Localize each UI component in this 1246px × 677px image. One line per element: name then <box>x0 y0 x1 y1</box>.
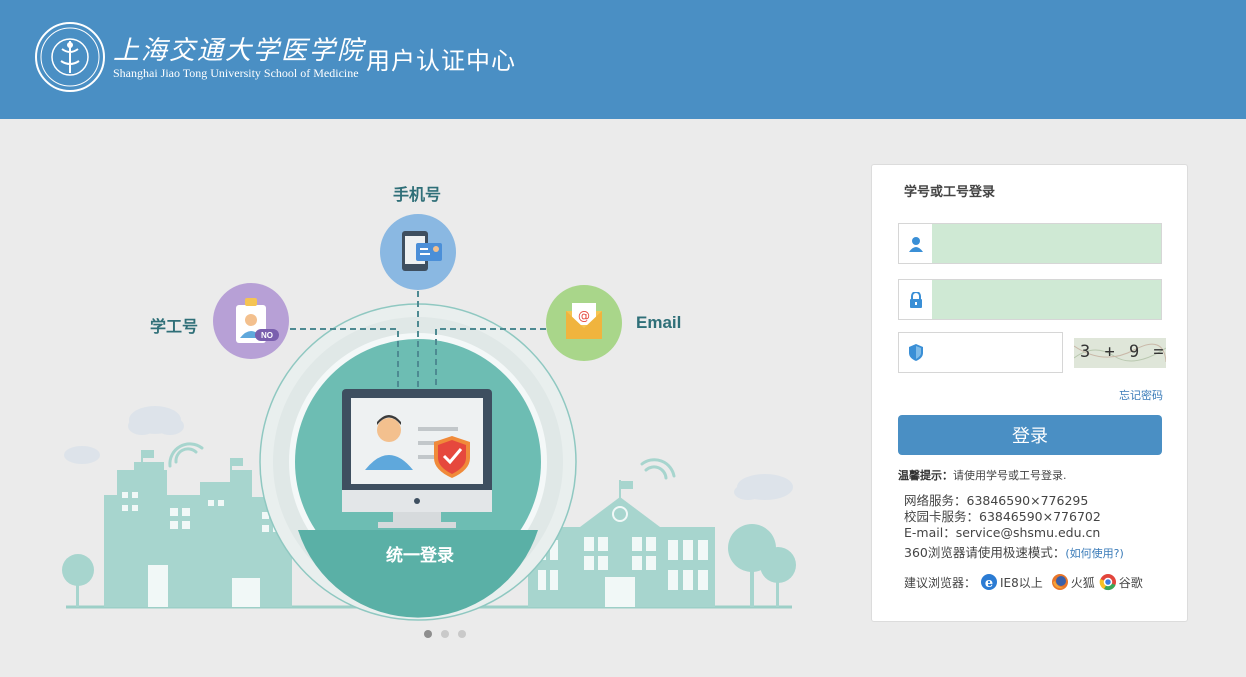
ie-icon: e <box>981 574 998 591</box>
browser-firefox[interactable]: 火狐 <box>1051 573 1095 591</box>
email-envelope-icon: @ <box>546 285 622 361</box>
recommend-label: 建议浏览器： <box>904 575 977 590</box>
logo-english-name: Shanghai Jiao Tong University School of … <box>113 66 359 80</box>
username-input[interactable] <box>932 224 1161 263</box>
browser-firefox-label: 火狐 <box>1070 575 1095 590</box>
site-header: 上海交通大学医学院 Shanghai Jiao Tong University … <box>0 0 1246 119</box>
firefox-icon <box>1051 574 1068 590</box>
login-button[interactable]: 登录 <box>898 415 1162 455</box>
carousel-indicator <box>424 630 466 638</box>
carousel-dot[interactable] <box>441 630 449 638</box>
monitor-icon <box>342 389 492 528</box>
tab-student-staff-login[interactable]: 学号或工号登录 <box>904 181 995 200</box>
mobile-phone-label: 手机号 <box>393 185 442 204</box>
tip-title: 温馨提示： <box>898 469 953 482</box>
carousel-dot[interactable] <box>458 630 466 638</box>
mobile-phone-icon <box>380 214 456 290</box>
browser-chrome[interactable]: 谷歌 <box>1099 573 1143 591</box>
captcha-input[interactable] <box>932 333 1062 372</box>
captcha-field <box>898 332 1063 373</box>
captcha-text: 3 + 9 = ? <box>1080 342 1166 362</box>
email-service-info: E-mail：service@shsmu.edu.cn <box>904 525 1101 540</box>
login-panel: 学号或工号登录 3 + 9 = ? 忘记密码 登录 温馨提示：请使用学号或工号登… <box>871 164 1188 622</box>
logo-chinese-name: 上海交通大学医学院 <box>113 36 366 66</box>
browser-360-text: 360浏览器请使用极速模式： <box>904 545 1066 560</box>
svg-text:@: @ <box>578 309 590 323</box>
user-icon <box>899 224 932 263</box>
university-seal-icon <box>35 22 105 92</box>
browser-chrome-label: 谷歌 <box>1118 575 1143 590</box>
svg-text:e: e <box>985 576 993 591</box>
shield-icon <box>899 333 932 372</box>
tip-text: 温馨提示：请使用学号或工号登录. <box>898 467 1067 483</box>
recommended-browsers: 建议浏览器： e IE8以上 火狐 谷歌 <box>904 573 1143 591</box>
staff-id-label: 学工号 <box>150 317 199 336</box>
staff-id-card-icon: NO <box>213 283 289 359</box>
forgot-password-link[interactable]: 忘记密码 <box>1119 387 1163 403</box>
carousel-dot[interactable] <box>424 630 432 638</box>
email-label: Email <box>636 313 682 332</box>
page-title: 用户认证中心 <box>366 47 516 75</box>
browser-ie[interactable]: e IE8以上 <box>980 573 1043 591</box>
no-badge-label: NO <box>261 331 273 340</box>
chrome-icon <box>1099 574 1116 591</box>
tip-content: 请使用学号或工号登录. <box>953 469 1067 482</box>
captcha-image[interactable]: 3 + 9 = ? <box>1074 338 1166 368</box>
password-input[interactable] <box>932 280 1161 319</box>
password-field <box>898 279 1162 320</box>
browser-360-info: 360浏览器请使用极速模式：(如何使用?) <box>904 542 1124 561</box>
browser-ie-label: IE8以上 <box>1000 575 1043 590</box>
how-to-use-link[interactable]: (如何使用?) <box>1065 547 1123 560</box>
unified-login-label: 统一登录 <box>386 545 454 566</box>
lock-icon <box>899 280 932 319</box>
username-field <box>898 223 1162 264</box>
